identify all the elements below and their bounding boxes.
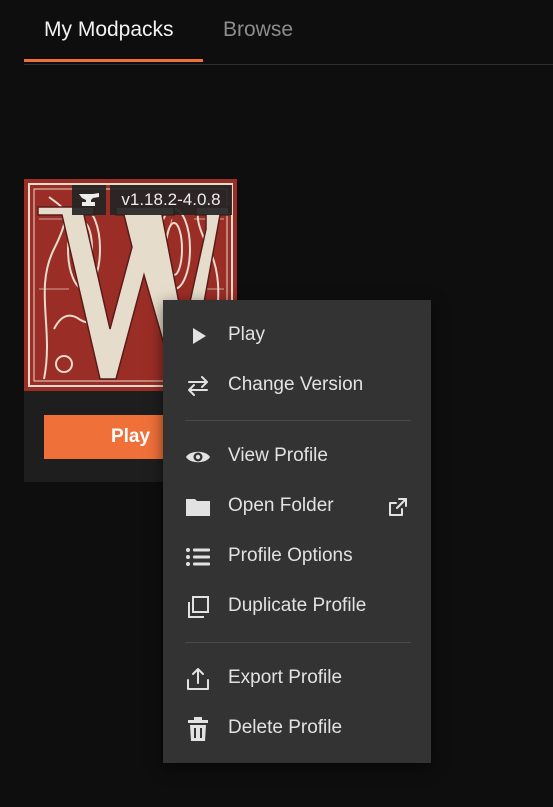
external-link-icon bbox=[386, 495, 410, 519]
menu-item-change-version[interactable]: Change Version bbox=[163, 362, 431, 410]
folder-icon bbox=[185, 495, 211, 519]
menu-item-profile-options[interactable]: Profile Options bbox=[163, 533, 431, 581]
swap-arrows-icon bbox=[185, 374, 211, 398]
upload-icon bbox=[185, 667, 211, 691]
trash-icon bbox=[185, 717, 211, 741]
menu-item-label: Play bbox=[228, 324, 265, 345]
menu-divider bbox=[185, 420, 411, 421]
menu-item-open-folder[interactable]: Open Folder bbox=[163, 483, 431, 531]
anvil-icon bbox=[79, 193, 99, 206]
app-window: My Modpacks Browse v1.18.2-4.0.8 Play Pl… bbox=[0, 0, 553, 807]
menu-item-play[interactable]: Play bbox=[163, 312, 431, 360]
menu-item-label: Change Version bbox=[228, 374, 364, 395]
eye-icon bbox=[185, 445, 211, 469]
menu-item-label: Export Profile bbox=[228, 667, 343, 688]
context-menu: Play Change Version View Profile Open Fo… bbox=[163, 300, 431, 763]
menu-item-delete-profile[interactable]: Delete Profile bbox=[163, 705, 431, 753]
menu-item-label: Profile Options bbox=[228, 545, 353, 566]
loader-badge bbox=[72, 185, 106, 215]
menu-item-label: Delete Profile bbox=[228, 717, 343, 738]
tab-browse[interactable]: Browse bbox=[223, 18, 293, 42]
duplicate-icon bbox=[185, 595, 211, 619]
tab-bar: My Modpacks Browse bbox=[24, 0, 553, 65]
play-icon bbox=[185, 324, 211, 348]
menu-item-label: View Profile bbox=[228, 445, 328, 466]
menu-item-label: Duplicate Profile bbox=[228, 595, 367, 616]
active-tab-indicator bbox=[24, 59, 203, 62]
menu-divider bbox=[185, 642, 411, 643]
version-badge: v1.18.2-4.0.8 bbox=[110, 185, 232, 215]
menu-item-duplicate-profile[interactable]: Duplicate Profile bbox=[163, 583, 431, 631]
menu-item-label: Open Folder bbox=[228, 495, 334, 516]
tab-my-modpacks[interactable]: My Modpacks bbox=[44, 18, 174, 42]
menu-item-view-profile[interactable]: View Profile bbox=[163, 433, 431, 481]
menu-item-export-profile[interactable]: Export Profile bbox=[163, 655, 431, 703]
list-icon bbox=[185, 545, 211, 569]
